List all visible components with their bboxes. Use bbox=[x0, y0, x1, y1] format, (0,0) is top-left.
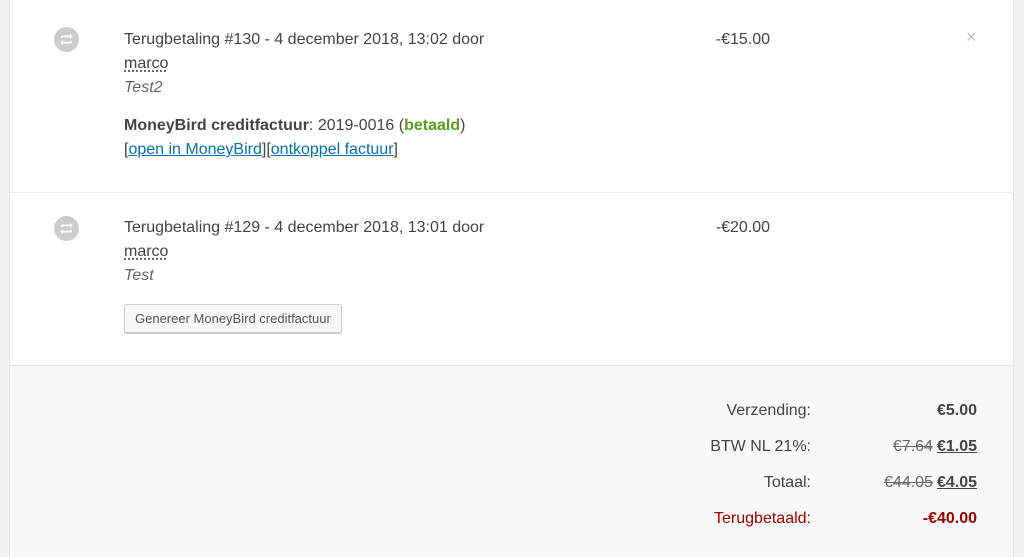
refund-amount: -€20.00 bbox=[715, 219, 770, 236]
moneybird-invoice-number: : 2019-0016 ( bbox=[308, 117, 405, 134]
refund-details: Terugbetaling #130 - 4 december 2018, 13… bbox=[124, 28, 544, 162]
order-totals: Verzending: €5.00 BTW NL 21%: €7.64 €1.05… bbox=[10, 365, 1013, 557]
totals-row-refunded: Terugbetaald: -€40.00 bbox=[10, 507, 1013, 531]
close-icon[interactable]: × bbox=[966, 28, 980, 46]
refund-title: Terugbetaling #129 - 4 december 2018, 13… bbox=[124, 219, 485, 236]
refund-arrows-icon bbox=[54, 27, 79, 52]
totals-row-shipping: Verzending: €5.00 bbox=[10, 399, 1013, 423]
bracket-right: ] bbox=[393, 141, 398, 158]
moneybird-status-badge: betaald bbox=[404, 117, 461, 134]
shipping-label: Verzending: bbox=[726, 402, 811, 419]
detach-invoice-link[interactable]: ontkoppel factuur bbox=[271, 141, 394, 158]
tax-old-value: €7.64 bbox=[892, 438, 933, 455]
shipping-value: €5.00 bbox=[936, 402, 977, 419]
tax-label: BTW NL 21%: bbox=[710, 438, 811, 455]
total-label: Totaal: bbox=[763, 474, 811, 491]
total-old-value: €44.05 bbox=[884, 474, 933, 491]
moneybird-close-paren: ) bbox=[460, 117, 466, 134]
totals-row-total: Totaal: €44.05 €4.05 bbox=[10, 471, 1013, 495]
moneybird-label: MoneyBird creditfactuur bbox=[124, 117, 309, 134]
totals-row-tax: BTW NL 21%: €7.64 €1.05 bbox=[10, 435, 1013, 459]
refund-reason: Test bbox=[124, 267, 154, 284]
moneybird-invoice-info: MoneyBird creditfactuur: 2019-0016 (beta… bbox=[124, 114, 544, 138]
refunded-value: -€40.00 bbox=[922, 510, 977, 527]
open-in-moneybird-link[interactable]: open in MoneyBird bbox=[128, 141, 261, 158]
total-value: €44.05 €4.05 bbox=[884, 471, 977, 495]
moneybird-actions: [open in MoneyBird][ontkoppel factuur] bbox=[124, 138, 544, 162]
refund-details: Terugbetaling #129 - 4 december 2018, 13… bbox=[124, 216, 544, 333]
refund-amount: -€15.00 bbox=[715, 31, 770, 48]
tax-value: €7.64 €1.05 bbox=[893, 435, 977, 459]
total-new-value: €4.05 bbox=[936, 474, 977, 491]
refund-arrows-icon bbox=[54, 216, 79, 241]
refund-title: Terugbetaling #130 - 4 december 2018, 13… bbox=[124, 31, 485, 48]
bracket-separator: ][ bbox=[261, 141, 271, 158]
refund-author: marco bbox=[124, 243, 169, 260]
tax-new-value: €1.05 bbox=[936, 438, 977, 455]
generate-credit-invoice-button[interactable]: Genereer MoneyBird creditfactuur bbox=[124, 304, 342, 333]
refunded-label: Terugbetaald: bbox=[714, 510, 811, 527]
refund-reason: Test2 bbox=[124, 79, 163, 96]
order-refunds-panel: Terugbetaling #130 - 4 december 2018, 13… bbox=[9, 0, 1014, 557]
refund-author: marco bbox=[124, 55, 169, 72]
